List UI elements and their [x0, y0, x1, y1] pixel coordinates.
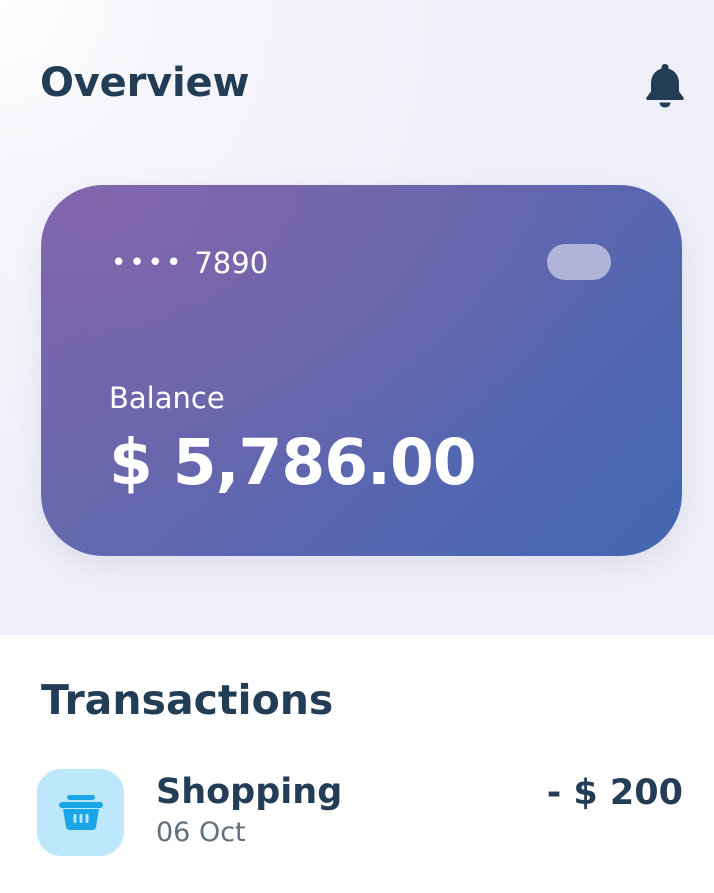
card-chip [547, 244, 611, 280]
transactions-title: Transactions [41, 676, 334, 724]
overview-section: Overview •••• 7890 Balance $ 5,786.00 [0, 0, 714, 635]
balance-amount: $ 5,786.00 [109, 426, 477, 499]
transaction-name: Shopping [156, 772, 343, 812]
transaction-icon-container [37, 769, 124, 856]
page-title: Overview [40, 60, 250, 106]
balance-card[interactable]: •••• 7890 Balance $ 5,786.00 [41, 185, 682, 556]
card-masked-dots: •••• [111, 248, 185, 278]
bell-icon[interactable] [644, 62, 686, 108]
card-number: •••• 7890 [111, 246, 268, 280]
transaction-row[interactable]: Shopping 06 Oct - $ 200 [37, 769, 687, 859]
shopping-basket-icon [59, 795, 103, 830]
card-last-four: 7890 [194, 246, 269, 280]
transaction-amount: - $ 200 [546, 773, 683, 813]
transaction-date: 06 Oct [156, 817, 246, 848]
balance-label: Balance [109, 381, 225, 415]
